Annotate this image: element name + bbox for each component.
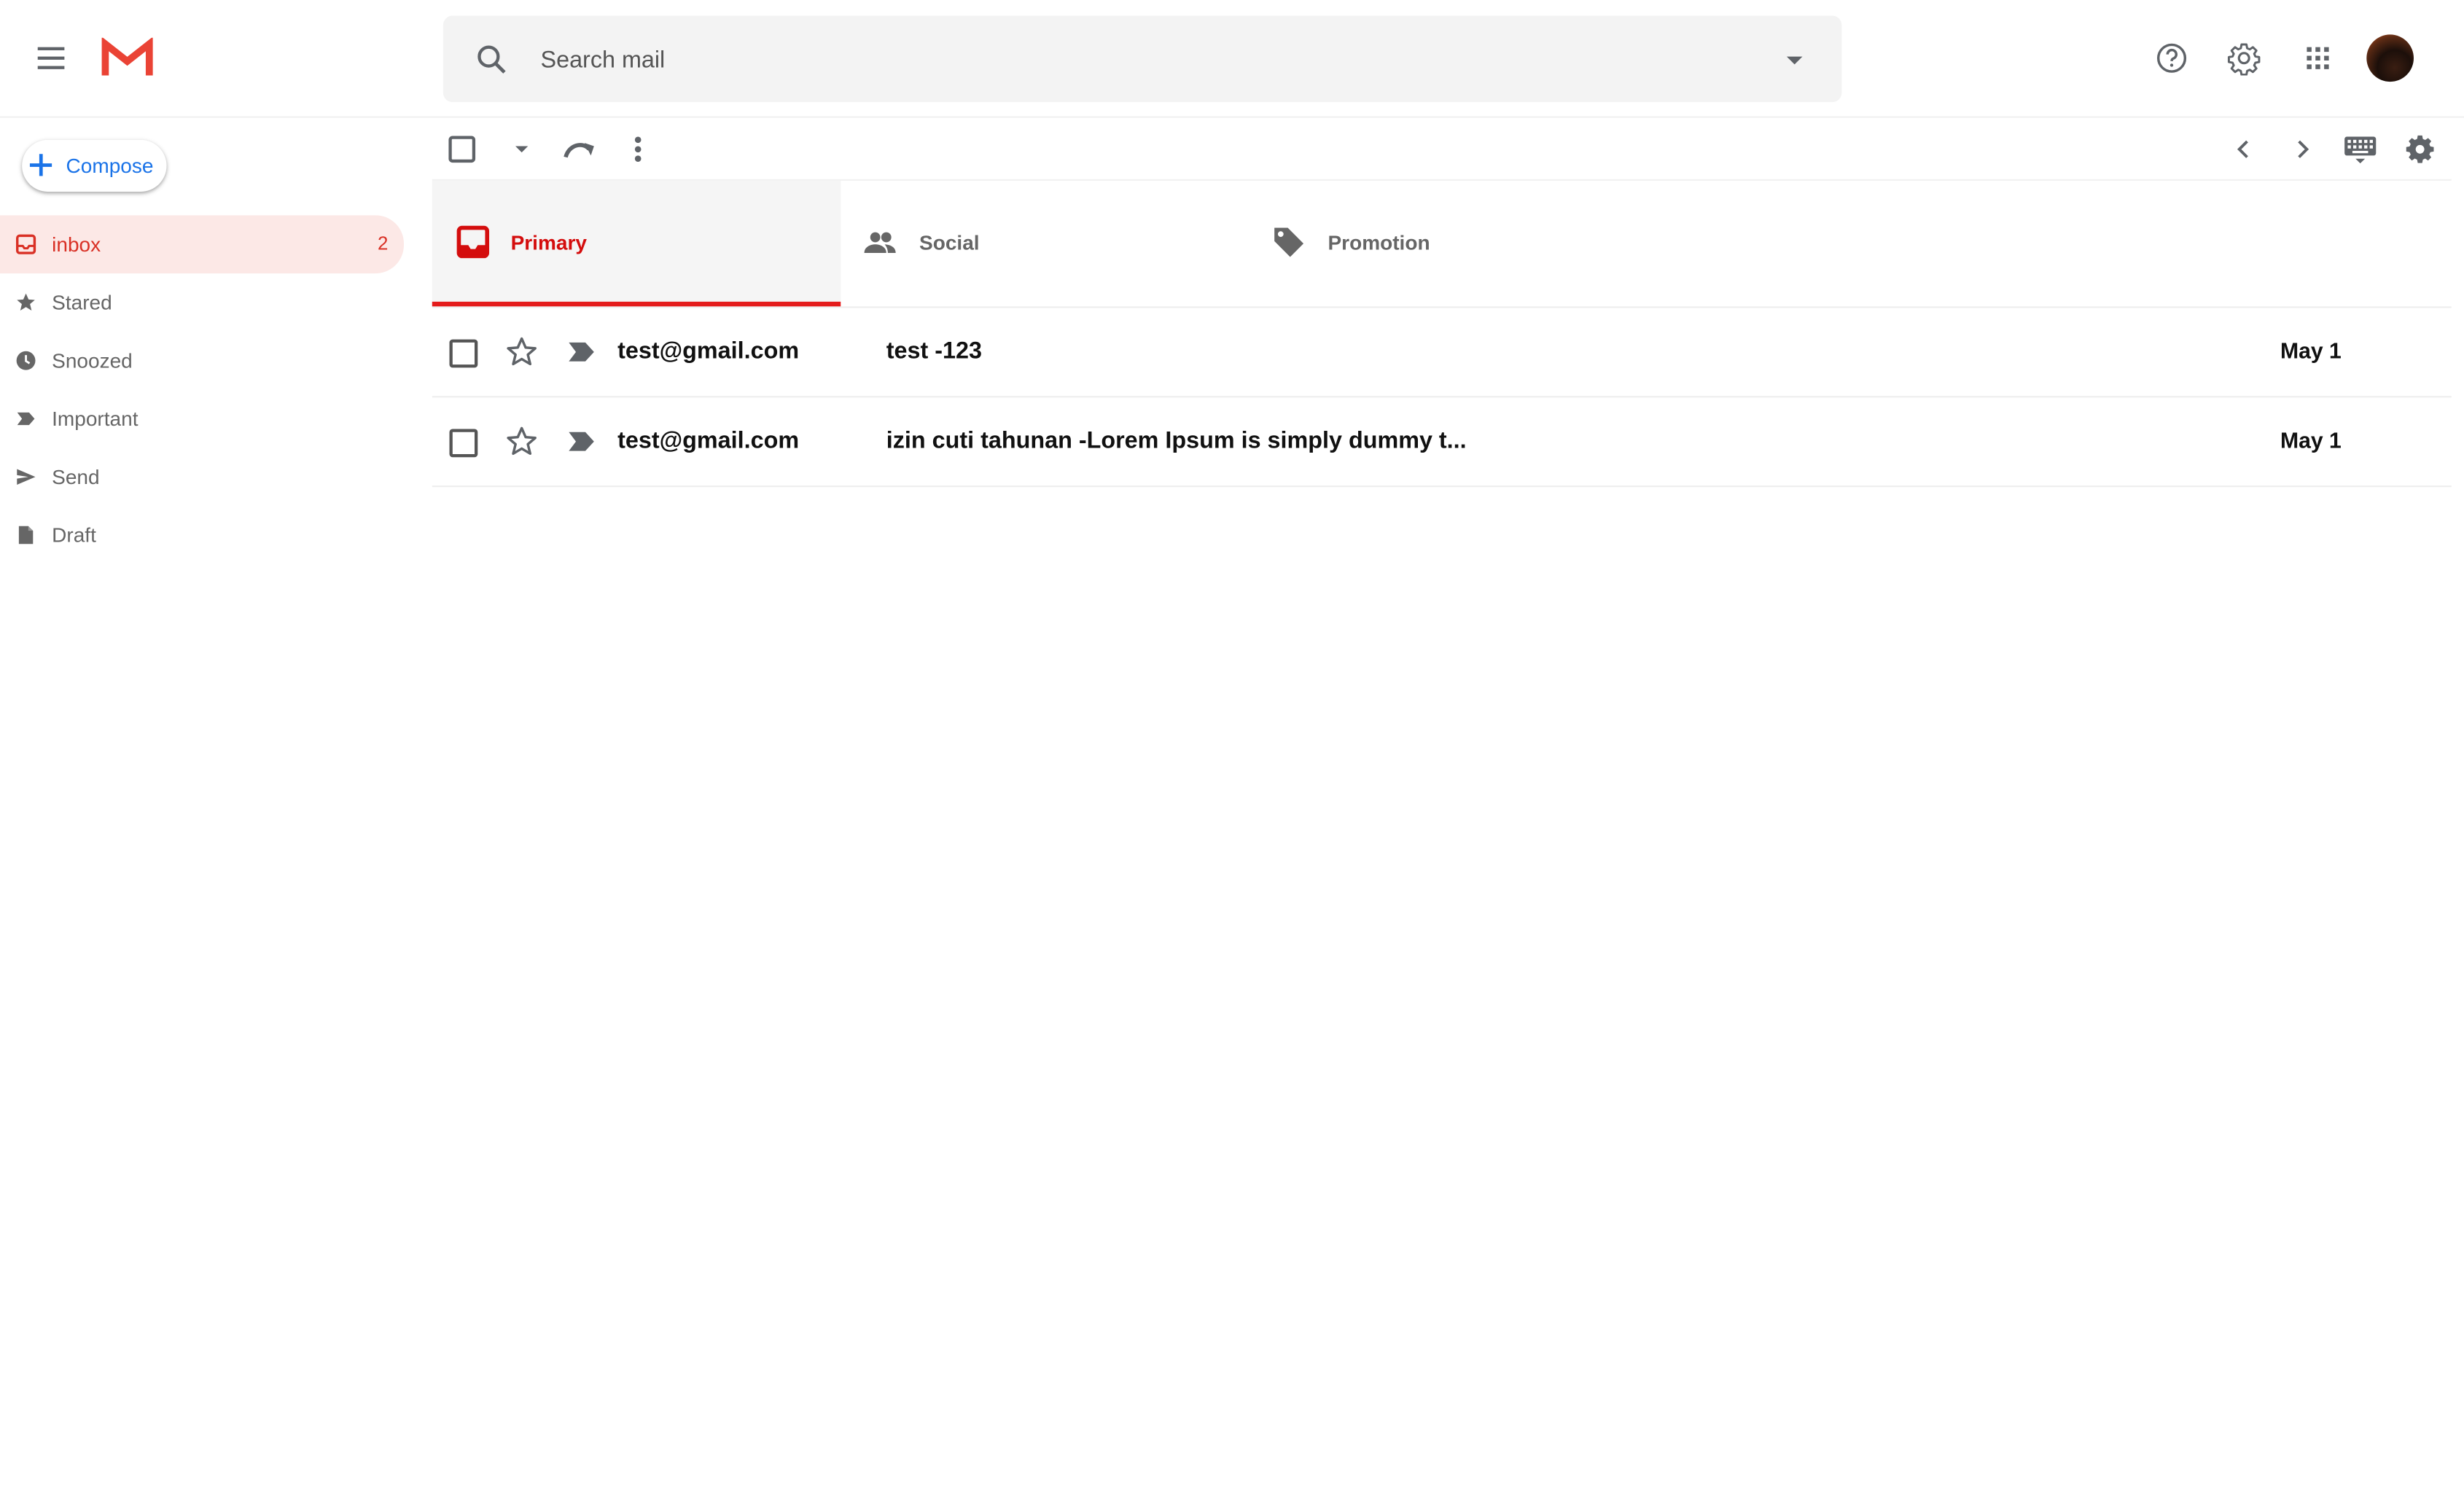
compose-button[interactable]: Compose [22, 139, 167, 192]
important-icon[interactable] [567, 431, 596, 453]
email-date: May 1 [2280, 337, 2342, 363]
apps-icon [2307, 47, 2329, 69]
gmail-logo[interactable] [101, 36, 154, 79]
settings-icon[interactable] [2403, 132, 2437, 166]
star-icon [17, 293, 35, 311]
category-tabs: Primary Social Promotion [432, 180, 2452, 308]
unread-count: 2 [378, 233, 389, 255]
select-all-checkbox[interactable] [445, 132, 479, 166]
send-icon [17, 469, 36, 485]
email-date: May 1 [2280, 427, 2342, 453]
tab-primary[interactable]: Primary [432, 180, 841, 307]
clock-icon [16, 351, 36, 370]
sidebar-item-important[interactable]: Important [0, 390, 404, 448]
draft-icon [18, 526, 34, 545]
search-icon[interactable] [475, 42, 509, 77]
people-icon [864, 232, 896, 254]
refresh-icon[interactable] [563, 132, 597, 166]
tab-label: Primary [510, 230, 587, 255]
search-bar [442, 15, 1842, 103]
email-sender: test@gmail.com [617, 337, 800, 365]
search-options-icon[interactable] [1779, 44, 1810, 75]
help-icon [2156, 43, 2187, 73]
tag-icon [1274, 227, 1304, 257]
table-row[interactable]: test@gmail.com izin cuti tahunan -Lorem … [432, 397, 2452, 488]
top-header [0, 0, 2464, 118]
sidebar-item-label: Send [52, 465, 100, 489]
compose-label: Compose [66, 154, 154, 178]
avatar[interactable] [2366, 34, 2414, 82]
search-input[interactable] [537, 34, 1739, 85]
important-icon [17, 412, 35, 426]
apps-button[interactable] [2297, 38, 2338, 79]
inbox-icon [456, 225, 490, 259]
email-sender: test@gmail.com [617, 427, 800, 454]
important-icon[interactable] [567, 341, 596, 363]
sidebar-item-snoozed[interactable]: Snoozed [0, 332, 404, 390]
email-subject: test -123 [886, 337, 982, 365]
settings-icon [2227, 43, 2261, 76]
star-icon[interactable] [506, 426, 537, 457]
row-checkbox[interactable] [449, 339, 478, 368]
row-checkbox[interactable] [449, 429, 478, 458]
select-dropdown-icon[interactable] [504, 132, 539, 166]
star-icon[interactable] [506, 336, 537, 367]
more-icon[interactable] [620, 132, 655, 166]
sidebar-item-label: Stared [52, 290, 112, 315]
menu-icon [37, 47, 65, 69]
menu-button[interactable] [28, 34, 76, 82]
sidebar-item-draft[interactable]: Draft [0, 506, 404, 564]
plus-icon [29, 154, 52, 176]
sidebar-item-label: Draft [52, 523, 96, 547]
sidebar-item-inbox[interactable]: inbox 2 [0, 215, 404, 274]
sidebar-item-label: Important [52, 407, 139, 431]
help-button[interactable] [2151, 38, 2192, 79]
keyboard-icon[interactable] [2343, 132, 2377, 166]
active-tab-indicator [432, 301, 841, 307]
prev-page-icon[interactable] [2226, 132, 2261, 166]
next-page-icon[interactable] [2285, 132, 2319, 166]
tab-promotion[interactable]: Promotion [1249, 181, 1658, 306]
inbox-icon [15, 234, 36, 254]
sidebar-item-label: Snoozed [52, 348, 133, 372]
sidebar-item-label: inbox [52, 233, 101, 257]
sidebar-nav: inbox 2 Stared Snoozed Important Send Dr… [0, 215, 404, 564]
table-row[interactable]: test@gmail.com test -123 May 1 [432, 308, 2452, 398]
sidebar-item-stared[interactable]: Stared [0, 273, 404, 332]
tab-social[interactable]: Social [841, 181, 1249, 306]
tab-label: Promotion [1327, 230, 1430, 255]
sidebar-item-send[interactable]: Send [0, 448, 404, 506]
gmail-app: Compose inbox 2 Stared Snoozed [0, 0, 2464, 1486]
email-subject: izin cuti tahunan -Lorem Ipsum is simply… [886, 427, 1467, 454]
settings-button[interactable] [2223, 38, 2264, 79]
tab-label: Social [919, 230, 980, 255]
